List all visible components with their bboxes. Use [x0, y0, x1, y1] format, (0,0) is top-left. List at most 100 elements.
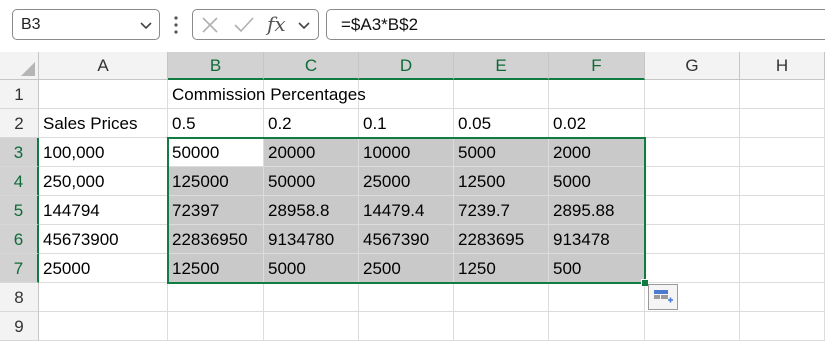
cell-g3[interactable]	[645, 138, 740, 167]
cell-g9[interactable]	[645, 312, 740, 341]
cell-d8[interactable]	[359, 283, 454, 312]
column-header-f[interactable]: F	[549, 52, 645, 80]
cell-h2[interactable]	[740, 109, 825, 138]
cell-h3[interactable]	[740, 138, 825, 167]
row-header-2[interactable]: 2	[0, 109, 39, 138]
column-header-c[interactable]: C	[264, 52, 359, 80]
cell-b5[interactable]: 72397	[168, 196, 264, 225]
cell-d7[interactable]: 2500	[359, 254, 454, 283]
row-header-9[interactable]: 9	[0, 312, 39, 341]
row-header-6[interactable]: 6	[0, 225, 39, 254]
cell-h4[interactable]	[740, 167, 825, 196]
cell-d9[interactable]	[359, 312, 454, 341]
select-all-button[interactable]	[0, 52, 39, 80]
chevron-down-icon[interactable]	[139, 18, 153, 32]
cell-d3[interactable]: 10000	[359, 138, 454, 167]
cell-d6[interactable]: 4567390	[359, 225, 454, 254]
row-header-8[interactable]: 8	[0, 283, 39, 312]
cell-c6[interactable]: 9134780	[264, 225, 359, 254]
cell-g6[interactable]	[645, 225, 740, 254]
cell-a5[interactable]: 144794	[39, 196, 168, 225]
cell-h1[interactable]	[740, 80, 825, 109]
cell-f7[interactable]: 500	[549, 254, 645, 283]
cell-a6[interactable]: 45673900	[39, 225, 168, 254]
cell-a2[interactable]: Sales Prices	[39, 109, 168, 138]
cell-f9[interactable]	[549, 312, 645, 341]
cell-b1[interactable]: Commission Percentages	[168, 80, 366, 109]
cell-e1[interactable]	[454, 80, 549, 109]
cell-a1[interactable]	[39, 80, 168, 109]
row-header-4[interactable]: 4	[0, 167, 39, 196]
cell-e4[interactable]: 12500	[454, 167, 549, 196]
cell-e8[interactable]	[454, 283, 549, 312]
cell-c3[interactable]: 20000	[264, 138, 359, 167]
quick-analysis-icon	[654, 290, 673, 303]
cell-a7[interactable]: 25000	[39, 254, 168, 283]
cell-d1[interactable]	[359, 80, 454, 109]
cell-e7[interactable]: 1250	[454, 254, 549, 283]
enter-icon[interactable]	[233, 16, 255, 34]
cell-d5[interactable]: 14479.4	[359, 196, 454, 225]
cell-b9[interactable]	[168, 312, 264, 341]
cell-h8[interactable]	[740, 283, 825, 312]
cell-a9[interactable]	[39, 312, 168, 341]
cell-a8[interactable]	[39, 283, 168, 312]
cell-b3[interactable]: 50000	[168, 138, 264, 167]
row-header-1[interactable]: 1	[0, 80, 39, 109]
cell-h9[interactable]	[740, 312, 825, 341]
cell-e5[interactable]: 7239.7	[454, 196, 549, 225]
column-header-g[interactable]: G	[645, 52, 740, 80]
cell-a4[interactable]: 250,000	[39, 167, 168, 196]
cell-c7[interactable]: 5000	[264, 254, 359, 283]
column-header-a[interactable]: A	[39, 52, 168, 80]
cell-a3[interactable]: 100,000	[39, 138, 168, 167]
cell-f1[interactable]	[549, 80, 645, 109]
cell-b6[interactable]: 22836950	[168, 225, 264, 254]
row-header-3[interactable]: 3	[0, 138, 39, 167]
cell-g5[interactable]	[645, 196, 740, 225]
cell-d2[interactable]: 0.1	[359, 109, 454, 138]
column-header-b[interactable]: B	[168, 52, 264, 80]
cell-h7[interactable]	[740, 254, 825, 283]
cell-c8[interactable]	[264, 283, 359, 312]
cell-e9[interactable]	[454, 312, 549, 341]
cell-e2[interactable]: 0.05	[454, 109, 549, 138]
cell-g2[interactable]	[645, 109, 740, 138]
cell-c9[interactable]	[264, 312, 359, 341]
cell-d4[interactable]: 25000	[359, 167, 454, 196]
cell-g4[interactable]	[645, 167, 740, 196]
cell-g1[interactable]	[645, 80, 740, 109]
cell-e6[interactable]: 2283695	[454, 225, 549, 254]
formula-input[interactable]: =$A3*B$2	[326, 9, 825, 40]
insert-function-icon[interactable]: fx	[267, 12, 286, 36]
more-options-icon[interactable]	[172, 14, 180, 36]
cell-e3[interactable]: 5000	[454, 138, 549, 167]
cell-c4[interactable]: 50000	[264, 167, 359, 196]
column-header-d[interactable]: D	[359, 52, 454, 80]
cell-c5[interactable]: 28958.8	[264, 196, 359, 225]
cell-f6[interactable]: 913478	[549, 225, 645, 254]
cell-f8[interactable]	[549, 283, 645, 312]
cell-f3[interactable]: 2000	[549, 138, 645, 167]
cell-c2[interactable]: 0.2	[264, 109, 359, 138]
cell-b4[interactable]: 125000	[168, 167, 264, 196]
cancel-icon[interactable]	[201, 16, 219, 34]
column-header-e[interactable]: E	[454, 52, 549, 80]
row-header-7[interactable]: 7	[0, 254, 39, 283]
cell-h5[interactable]	[740, 196, 825, 225]
cell-f5[interactable]: 2895.88	[549, 196, 645, 225]
cell-b2[interactable]: 0.5	[168, 109, 264, 138]
column-header-h[interactable]: H	[740, 52, 825, 80]
cell-b7[interactable]: 12500	[168, 254, 264, 283]
cell-b8[interactable]	[168, 283, 264, 312]
row-header-5[interactable]: 5	[0, 196, 39, 225]
cell-f4[interactable]: 5000	[549, 167, 645, 196]
quick-analysis-button[interactable]	[648, 284, 678, 310]
formula-buttons: fx	[192, 9, 319, 40]
cell-g7[interactable]	[645, 254, 740, 283]
chevron-down-icon[interactable]	[297, 18, 311, 32]
cell-f2[interactable]: 0.02	[549, 109, 645, 138]
name-box[interactable]: B3	[12, 9, 160, 40]
formula-text: =$A3*B$2	[341, 15, 419, 34]
cell-h6[interactable]	[740, 225, 825, 254]
